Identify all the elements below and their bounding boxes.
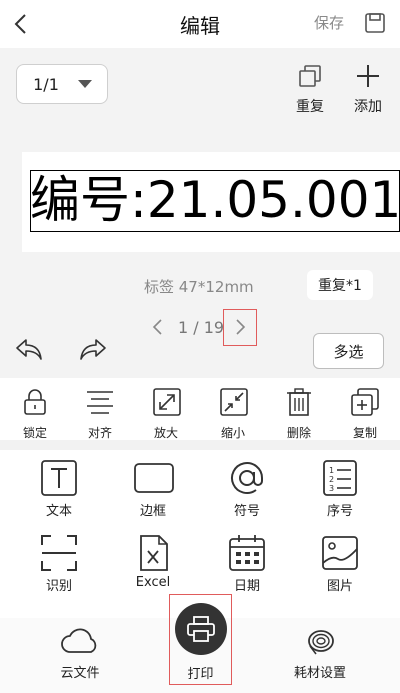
consumables-settings-label: 耗材设置 [293,666,346,681]
insert-text-label: 文本 [45,504,72,519]
multi-select-button[interactable]: 多选 [313,333,384,369]
copy-button[interactable]: 复制 [340,384,390,444]
divider [0,440,400,450]
lock-label: 锁定 [22,426,47,440]
zoom-in-icon [153,388,181,416]
delete-label: 删除 [286,426,311,440]
chevron-left-icon [152,319,162,335]
excel-icon [140,535,168,571]
tape-roll-icon [308,630,334,655]
lock-icon [24,389,46,415]
zoom-out-button[interactable]: 缩小 [208,384,258,444]
undo-button[interactable] [14,336,46,364]
save-button[interactable]: 保存 [314,12,344,33]
copy-icon [351,388,379,416]
zoom-in-label: 放大 [153,426,178,440]
delete-button[interactable]: 删除 [274,384,324,444]
save-icon [365,13,385,33]
zoom-out-label: 缩小 [220,426,245,440]
insert-excel-button[interactable]: Excel [113,527,193,603]
page-indicator: 1 / 19 [178,318,225,337]
insert-date-button[interactable]: 日期 [207,527,287,603]
duplicate-icon [299,65,321,87]
serial-number-icon: 1 2 3 [323,460,357,496]
caret-down-icon [78,80,92,88]
page-select-value: 1/1 [33,74,59,94]
save-icon-button[interactable] [364,12,386,34]
insert-serial-label: 序号 [326,504,353,519]
insert-symbol-label: 符号 [233,504,260,519]
insert-excel-label: Excel [135,575,171,590]
redo-button[interactable] [78,336,110,364]
svg-text:3: 3 [329,484,334,493]
insert-image-label: 图片 [326,579,353,594]
svg-text:1: 1 [329,466,334,475]
add-label: 添加 [354,99,382,115]
add-button[interactable]: 添加 [344,62,392,118]
scan-label: 识别 [45,579,72,594]
consumables-settings-button[interactable]: 耗材设置 [280,624,360,684]
insert-text-button[interactable]: 文本 [19,452,99,528]
cloud-files-label: 云文件 [60,666,100,681]
scan-icon [41,535,77,571]
align-button[interactable]: 对齐 [75,384,125,444]
label-size: 标签 47*12mm [144,278,254,296]
zoom-out-icon [220,388,248,416]
svg-text:2: 2 [329,475,334,484]
scan-button[interactable]: 识别 [19,527,99,603]
text-icon [41,460,77,496]
copy-label: 复制 [352,426,377,440]
lock-button[interactable]: 锁定 [10,384,60,444]
align-icon [87,391,113,414]
align-label: 对齐 [87,426,112,440]
label-text: 编号:21.05.001 [30,171,400,229]
insert-image-button[interactable]: 图片 [300,527,380,603]
cloud-files-button[interactable]: 云文件 [40,624,120,684]
undo-icon [16,339,42,360]
at-symbol-icon [231,462,263,494]
insert-date-label: 日期 [233,579,260,594]
calendar-icon [229,535,265,571]
zoom-in-button[interactable]: 放大 [141,384,191,444]
insert-border-button[interactable]: 边框 [113,452,193,528]
insert-symbol-button[interactable]: 符号 [207,452,287,528]
plus-icon [357,65,379,87]
repeat-button[interactable]: 重复 [286,62,334,118]
trash-icon [287,388,311,416]
next-page-highlight [223,309,257,346]
insert-border-label: 边框 [139,504,166,519]
prev-page-button[interactable] [150,318,170,338]
redo-icon [80,339,106,360]
repeat-count-button[interactable]: 重复*1 [307,270,373,300]
print-highlight [169,594,232,685]
cloud-icon [61,628,97,653]
insert-serial-button[interactable]: 1 2 3 序号 [300,452,380,528]
repeat-label: 重复 [296,99,324,115]
border-icon [134,463,174,493]
image-icon [322,536,358,570]
